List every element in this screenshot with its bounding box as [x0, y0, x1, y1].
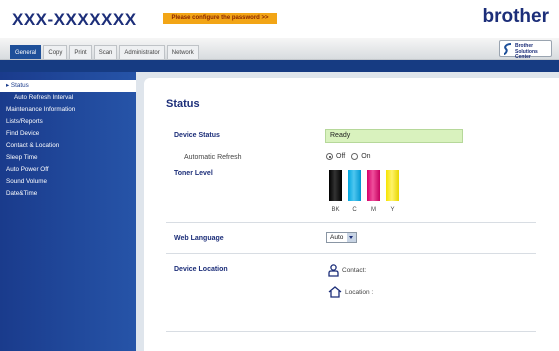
auto-refresh-off-radio[interactable] [326, 153, 333, 160]
solutions-center-button[interactable]: Brother Solutions Center [499, 40, 552, 60]
solutions-center-icon [503, 43, 512, 55]
home-icon [328, 286, 342, 298]
auto-refresh-off-label: Off [336, 153, 346, 160]
main-content: Status Device Status Ready Automatic Ref… [136, 72, 559, 351]
toner-c-label: C [352, 207, 357, 213]
toner-m: M [364, 170, 383, 213]
toner-y-label: Y [390, 207, 395, 213]
sidebar-item-lists-reports[interactable]: Lists/Reports [0, 116, 136, 128]
contact-row: Contact: [328, 264, 366, 277]
toner-bk: BK [326, 170, 345, 213]
auto-refresh-on-label: On [361, 153, 371, 160]
sidebar-item-contact-location[interactable]: Contact & Location [0, 140, 136, 152]
chevron-down-icon [347, 233, 356, 242]
tab-scan[interactable]: Scan [93, 45, 118, 59]
sidebar-item-find-device[interactable]: Find Device [0, 128, 136, 140]
page-title: Status [166, 98, 200, 110]
location-label: Location : [345, 288, 374, 296]
divider [166, 222, 536, 223]
solutions-center-label: Brother Solutions Center [515, 43, 538, 60]
tab-print[interactable]: Print [69, 45, 92, 59]
tabs: General Copy Print Scan Administrator Ne… [10, 45, 201, 59]
sidebar-item-sleep-time[interactable]: Sleep Time [0, 152, 136, 164]
model-name: XXX-XXXXXXX [12, 10, 137, 29]
web-language-value: Auto [330, 234, 344, 241]
sidebar-item-maintenance-information[interactable]: Maintenance Information [0, 104, 136, 116]
device-status-value: Ready [325, 129, 463, 143]
toner-level-label: Toner Level [174, 170, 213, 177]
toner-y-bar [386, 170, 399, 201]
sidebar-item-status[interactable]: ▸ Status [0, 80, 136, 92]
tab-general[interactable]: General [10, 45, 42, 59]
sidebar-item-date-time[interactable]: Date&Time [0, 188, 136, 200]
status-panel: Status Device Status Ready Automatic Ref… [144, 78, 559, 351]
tab-network[interactable]: Network [166, 45, 199, 59]
toner-y: Y [383, 170, 402, 213]
auto-refresh-radio-group: Off On [326, 153, 377, 160]
toner-m-label: M [371, 207, 376, 213]
brand-logo: brother [482, 6, 550, 27]
divider [166, 253, 536, 254]
toner-m-bar [367, 170, 380, 201]
password-warning-link[interactable]: Please configure the password >> [163, 13, 277, 24]
tab-administrator[interactable]: Administrator [119, 45, 165, 59]
web-language-label: Web Language [174, 235, 224, 242]
tab-copy[interactable]: Copy [43, 45, 68, 59]
toner-bk-bar [329, 170, 342, 201]
header-band [0, 60, 559, 72]
toner-level-gauges: BK C M Y [326, 170, 402, 213]
toner-c-bar [348, 170, 361, 201]
divider [166, 331, 536, 332]
contact-label: Contact: [342, 267, 367, 274]
web-language-select[interactable]: Auto [326, 232, 357, 243]
toner-bk-label: BK [331, 207, 340, 213]
sidebar-item-sound-volume[interactable]: Sound Volume [0, 176, 136, 188]
tab-bar: General Copy Print Scan Administrator Ne… [0, 38, 559, 60]
auto-refresh-label: Automatic Refresh [184, 154, 242, 161]
device-location-label: Device Location [174, 266, 228, 273]
location-row: Location : [328, 286, 373, 298]
toner-c: C [345, 170, 364, 213]
auto-refresh-on-radio[interactable] [351, 153, 359, 160]
person-icon [328, 264, 339, 277]
sidebar: ▸ Status Auto Refresh Interval Maintenan… [0, 72, 136, 351]
device-status-label: Device Status [174, 132, 220, 139]
header: XXX-XXXXXXX Please configure the passwor… [0, 0, 559, 38]
sidebar-item-auto-power-off[interactable]: Auto Power Off [0, 164, 136, 176]
sidebar-item-auto-refresh-interval[interactable]: Auto Refresh Interval [0, 92, 136, 104]
